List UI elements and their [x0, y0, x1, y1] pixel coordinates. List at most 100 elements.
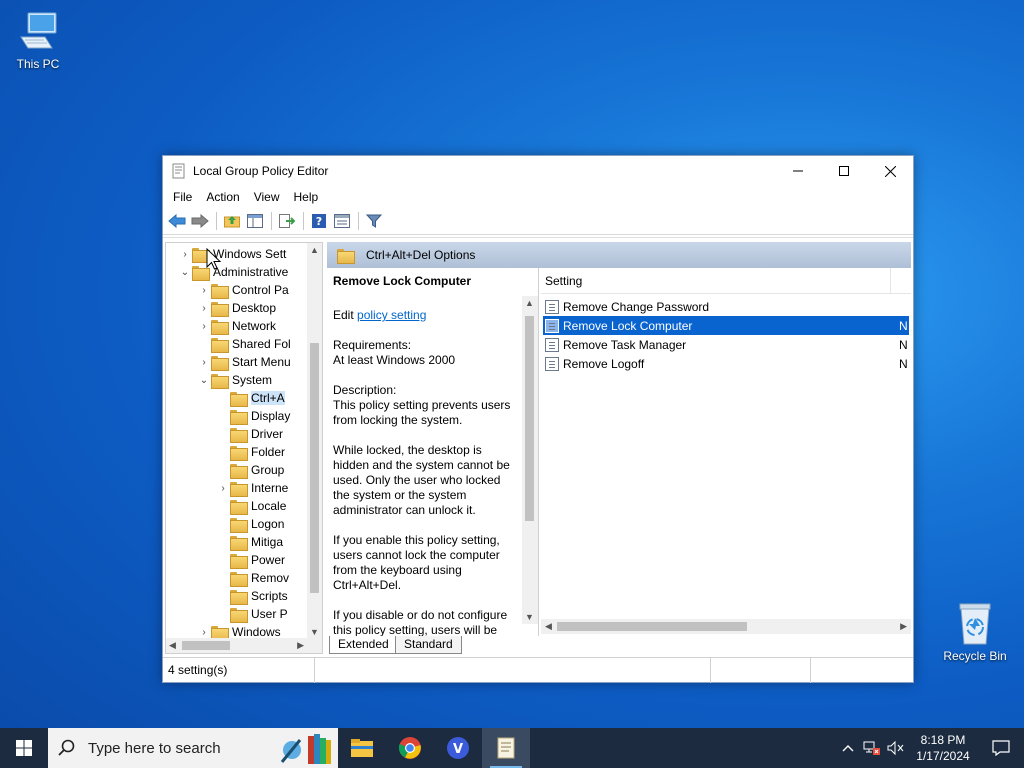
- tree-item[interactable]: › Control Pa: [197, 281, 289, 299]
- edit-prefix: Edit: [333, 308, 358, 322]
- desktop-icon-this-pc[interactable]: This PC: [0, 10, 76, 71]
- tree-item[interactable]: ⌄ Administrative: [178, 263, 288, 281]
- chevron-right-icon[interactable]: ›: [197, 303, 211, 314]
- tree-item[interactable]: Ctrl+A: [216, 389, 285, 407]
- taskbar-chrome[interactable]: [386, 728, 434, 768]
- taskbar-file-explorer[interactable]: [338, 728, 386, 768]
- tree-item[interactable]: › Start Menu: [197, 353, 291, 371]
- list-item-selected[interactable]: Remove Lock Computer N: [543, 316, 909, 335]
- tree-item[interactable]: Logon: [216, 515, 284, 533]
- export-list-button[interactable]: [276, 210, 298, 232]
- chevron-right-icon[interactable]: ›: [197, 321, 211, 332]
- help-button[interactable]: ?: [308, 210, 330, 232]
- chevron-right-icon[interactable]: ›: [178, 249, 192, 260]
- category-header: Ctrl+Alt+Del Options: [327, 242, 911, 268]
- up-level-button[interactable]: [221, 210, 243, 232]
- tree-item[interactable]: Driver: [216, 425, 283, 443]
- network-status-button[interactable]: [860, 740, 884, 756]
- tree-item[interactable]: Group: [216, 461, 284, 479]
- scroll-down-arrow-icon[interactable]: ▼: [525, 612, 534, 622]
- folder-icon: [211, 373, 229, 389]
- folder-icon: [230, 409, 248, 425]
- clock[interactable]: 8:18 PM 1/17/2024: [908, 732, 978, 764]
- list-horizontal-scrollbar[interactable]: ◀ ▶: [541, 619, 911, 634]
- chevron-down-icon[interactable]: ⌄: [197, 375, 211, 386]
- start-button[interactable]: [0, 728, 48, 768]
- menu-view[interactable]: View: [247, 190, 287, 204]
- close-button[interactable]: [867, 156, 913, 186]
- chevron-right-icon[interactable]: ›: [197, 285, 211, 296]
- notification-center-button[interactable]: [978, 740, 1024, 756]
- taskbar-group-policy-editor[interactable]: [482, 728, 530, 768]
- tree-item[interactable]: Scripts: [216, 587, 288, 605]
- tree-hscroll-thumb[interactable]: [182, 641, 230, 650]
- menu-action[interactable]: Action: [199, 190, 246, 204]
- scroll-left-arrow-icon[interactable]: ◀: [545, 621, 552, 632]
- scroll-right-arrow-icon[interactable]: ▶: [900, 621, 907, 632]
- v-app-icon: V: [447, 737, 469, 759]
- tree-scroll-thumb[interactable]: [310, 343, 319, 593]
- tree-vertical-scrollbar[interactable]: ▲ ▼: [307, 243, 322, 639]
- tree-item[interactable]: User P: [216, 605, 288, 623]
- list-item[interactable]: Remove Task Manager N: [543, 335, 909, 354]
- filter-button[interactable]: [363, 210, 385, 232]
- tree-item[interactable]: Mitiga: [216, 533, 283, 551]
- svg-text:?: ?: [316, 215, 322, 228]
- volume-button[interactable]: [884, 740, 908, 756]
- tree-item[interactable]: Shared Fol: [197, 335, 291, 353]
- scroll-down-arrow-icon[interactable]: ▼: [310, 627, 319, 637]
- group-policy-editor-icon: [497, 737, 515, 759]
- taskbar-v-app[interactable]: V: [434, 728, 482, 768]
- list-item[interactable]: Remove Logoff N: [543, 354, 909, 373]
- policy-title: Remove Lock Computer: [333, 274, 472, 288]
- column-header-setting[interactable]: Setting: [541, 268, 911, 294]
- tree-item[interactable]: › Interne: [216, 479, 288, 497]
- folder-icon: [211, 283, 229, 299]
- chevron-right-icon[interactable]: ›: [197, 357, 211, 368]
- chevron-down-icon[interactable]: ⌄: [178, 267, 192, 278]
- tab-standard[interactable]: Standard: [395, 636, 462, 654]
- tree-item[interactable]: Folder: [216, 443, 285, 461]
- tree-item[interactable]: › Desktop: [197, 299, 276, 317]
- scroll-up-arrow-icon[interactable]: ▲: [310, 245, 319, 255]
- chevron-right-icon[interactable]: ›: [216, 483, 230, 494]
- tree-item[interactable]: Locale: [216, 497, 286, 515]
- chevron-right-icon[interactable]: ›: [197, 627, 211, 638]
- list-hscroll-thumb[interactable]: [557, 622, 747, 631]
- system-tray: 8:18 PM 1/17/2024: [836, 728, 1024, 768]
- scroll-left-arrow-icon[interactable]: ◀: [169, 640, 176, 651]
- tab-extended[interactable]: Extended: [329, 636, 398, 654]
- description-scrollbar[interactable]: ▲ ▼: [522, 296, 538, 624]
- show-hidden-icons-button[interactable]: [836, 744, 860, 752]
- menu-file[interactable]: File: [166, 190, 199, 204]
- tree-item[interactable]: › Windows Sett: [178, 245, 286, 263]
- menu-help[interactable]: Help: [287, 190, 326, 204]
- notification-icon: [992, 740, 1010, 756]
- forward-button[interactable]: [189, 210, 211, 232]
- tree-item[interactable]: Remov: [216, 569, 289, 587]
- list-item[interactable]: Remove Change Password: [543, 297, 909, 316]
- filter-icon: [366, 214, 382, 228]
- scroll-up-arrow-icon[interactable]: ▲: [525, 298, 534, 308]
- column-divider[interactable]: [890, 268, 891, 294]
- back-button[interactable]: [166, 210, 188, 232]
- tree-item[interactable]: Display: [216, 407, 290, 425]
- minimize-button[interactable]: [775, 156, 821, 186]
- properties-button[interactable]: [331, 210, 353, 232]
- show-hide-tree-button[interactable]: [244, 210, 266, 232]
- maximize-button[interactable]: [821, 156, 867, 186]
- tree-item-label: Control Pa: [232, 283, 289, 297]
- search-box[interactable]: Type here to search: [48, 728, 338, 768]
- tree-item[interactable]: › Network: [197, 317, 276, 335]
- title-bar[interactable]: Local Group Policy Editor: [163, 156, 913, 186]
- edit-policy-link[interactable]: policy setting: [357, 308, 426, 322]
- scroll-right-arrow-icon[interactable]: ▶: [297, 640, 304, 651]
- edit-policy-line: Edit policy setting: [333, 308, 519, 323]
- tree-item[interactable]: Power: [216, 551, 285, 569]
- tree-item[interactable]: › Windows: [197, 623, 281, 639]
- desktop-icon-recycle-bin[interactable]: Recycle Bin: [937, 600, 1013, 663]
- tree-item[interactable]: ⌄ System: [197, 371, 272, 389]
- tree-item-label: Logon: [251, 517, 285, 531]
- description-scroll-thumb[interactable]: [525, 316, 534, 521]
- tree-horizontal-scrollbar[interactable]: ◀ ▶: [166, 638, 322, 653]
